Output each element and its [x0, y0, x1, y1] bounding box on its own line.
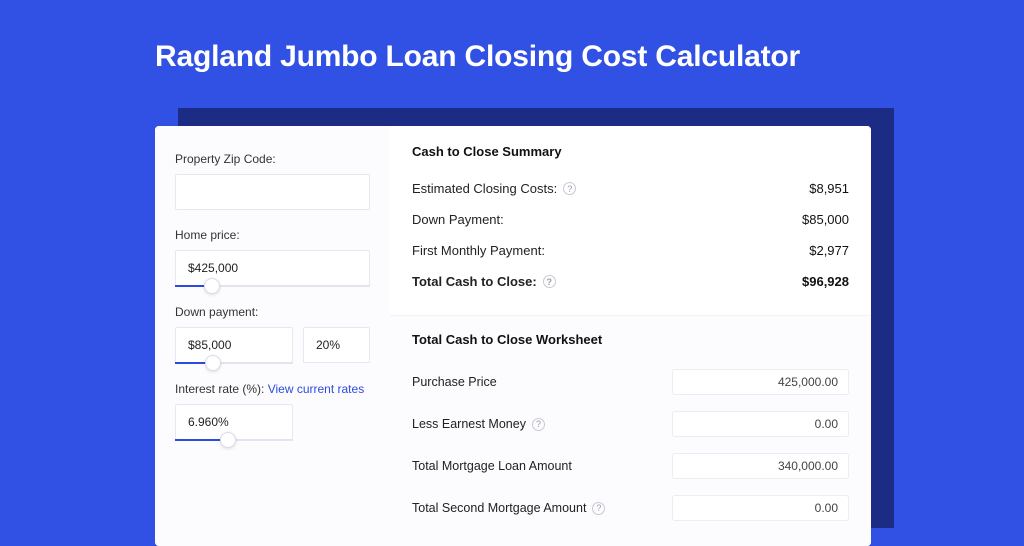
down-payment-percent-input[interactable] [303, 327, 370, 363]
interest-rate-label-text: Interest rate (%): [175, 382, 268, 396]
summary-row-total: Total Cash to Close: ? $96,928 [412, 266, 849, 297]
help-icon[interactable]: ? [543, 275, 556, 288]
summary-value: $85,000 [802, 212, 849, 227]
worksheet-panel: Total Cash to Close Worksheet Purchase P… [390, 315, 871, 546]
down-payment-label: Down payment: [175, 305, 370, 319]
worksheet-value-input[interactable] [672, 369, 849, 395]
summary-row-down-payment: Down Payment: $85,000 [412, 204, 849, 235]
summary-value: $8,951 [809, 181, 849, 196]
summary-row-closing-costs: Estimated Closing Costs: ? $8,951 [412, 173, 849, 204]
down-payment-amount-input[interactable] [175, 327, 293, 363]
down-payment-slider-thumb[interactable] [205, 355, 221, 371]
worksheet-row-second-mortgage: Total Second Mortgage Amount ? [412, 487, 849, 529]
summary-label: First Monthly Payment: [412, 243, 545, 258]
help-icon[interactable]: ? [532, 418, 545, 431]
summary-label: Down Payment: [412, 212, 504, 227]
zip-input[interactable] [175, 174, 370, 210]
interest-rate-label: Interest rate (%): View current rates [175, 382, 370, 396]
summary-title: Cash to Close Summary [412, 144, 849, 159]
summary-label: Estimated Closing Costs: [412, 181, 557, 196]
worksheet-title: Total Cash to Close Worksheet [412, 332, 849, 347]
field-home-price: Home price: [175, 228, 370, 287]
interest-rate-slider[interactable] [175, 439, 293, 441]
view-rates-link[interactable]: View current rates [268, 382, 365, 396]
worksheet-value-input[interactable] [672, 453, 849, 479]
page-title: Ragland Jumbo Loan Closing Cost Calculat… [0, 0, 1024, 74]
home-price-label: Home price: [175, 228, 370, 242]
worksheet-value-input[interactable] [672, 495, 849, 521]
field-interest-rate: Interest rate (%): View current rates [175, 382, 370, 441]
worksheet-row-mortgage-amount: Total Mortgage Loan Amount [412, 445, 849, 487]
zip-label: Property Zip Code: [175, 152, 370, 166]
inputs-column: Property Zip Code: Home price: Down paym… [155, 126, 390, 546]
down-payment-slider[interactable] [175, 362, 293, 364]
calculator-card: Property Zip Code: Home price: Down paym… [155, 126, 871, 546]
summary-value: $96,928 [802, 274, 849, 289]
worksheet-label: Total Mortgage Loan Amount [412, 459, 572, 473]
worksheet-row-purchase-price: Purchase Price [412, 361, 849, 403]
summary-value: $2,977 [809, 243, 849, 258]
help-icon[interactable]: ? [563, 182, 576, 195]
results-column: Cash to Close Summary Estimated Closing … [390, 126, 871, 546]
summary-row-first-payment: First Monthly Payment: $2,977 [412, 235, 849, 266]
interest-rate-slider-thumb[interactable] [220, 432, 236, 448]
home-price-input[interactable] [175, 250, 370, 286]
worksheet-value-input[interactable] [672, 411, 849, 437]
worksheet-label: Less Earnest Money [412, 417, 526, 431]
home-price-slider-thumb[interactable] [204, 278, 220, 294]
field-zip: Property Zip Code: [175, 152, 370, 210]
worksheet-label: Total Second Mortgage Amount [412, 501, 586, 515]
help-icon[interactable]: ? [592, 502, 605, 515]
field-down-payment: Down payment: [175, 305, 370, 364]
worksheet-row-earnest-money: Less Earnest Money ? [412, 403, 849, 445]
worksheet-label: Purchase Price [412, 375, 497, 389]
home-price-slider[interactable] [175, 285, 370, 287]
summary-label: Total Cash to Close: [412, 274, 537, 289]
